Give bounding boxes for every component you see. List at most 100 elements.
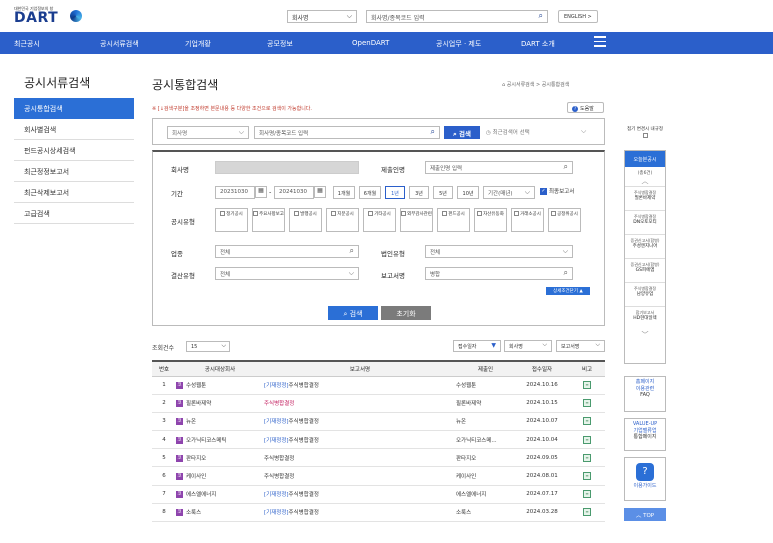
top-search-type-select[interactable]: 회사명 ⌵: [287, 10, 357, 23]
nav-item-system[interactable]: 공시업무 · 제도: [436, 39, 481, 49]
type-checkbox-fund[interactable]: 펀드공시: [437, 208, 470, 232]
sidebar-item-deletions[interactable]: 최근삭제보고서: [14, 182, 134, 203]
search-input[interactable]: 회사명/종목코드 입력 ⌕: [254, 126, 440, 139]
row-company[interactable]: 오가닉티코스메틱: [186, 438, 226, 444]
industry-input[interactable]: 전체 ⌕: [215, 245, 359, 258]
recent-item[interactable]: 주식병합결정 필론바제약: [625, 186, 665, 210]
period-1y-button[interactable]: 1년: [385, 186, 405, 199]
row-company[interactable]: 소룩스: [186, 510, 201, 516]
table-row[interactable]: 5 코 판타지오 주식병합결정 판타지오 2024.09.05 ≡: [152, 448, 605, 468]
recent-item[interactable]: 주식병합결정 DN오토모티: [625, 210, 665, 234]
english-button[interactable]: ENGLISH >: [558, 10, 598, 23]
type-checkbox-equity[interactable]: 지분공시: [326, 208, 359, 232]
count-select[interactable]: 15 ⌵: [186, 341, 230, 352]
period-10y-button[interactable]: 10년: [457, 186, 479, 199]
table-row[interactable]: 8 코 소룩스 [기재정정]주식병합결정 소룩스 2024.03.28 ≡: [152, 503, 605, 523]
note-icon[interactable]: ≡: [583, 381, 591, 390]
user-guide-card[interactable]: ? 이용가이드: [624, 457, 666, 501]
sidebar-item-advanced[interactable]: 고급검색: [14, 203, 134, 224]
home-icon[interactable]: ⌂: [502, 82, 505, 88]
period-3y-button[interactable]: 3년: [409, 186, 429, 199]
table-row[interactable]: 1 코 수성웹툰 [기재정정]주식병합결정 수성웹툰 2024.10.16 ≡: [152, 376, 605, 395]
nav-item-opendart[interactable]: OpenDART: [352, 39, 389, 47]
row-report[interactable]: 주식병합결정: [289, 492, 319, 498]
search-icon[interactable]: ⌕: [539, 11, 543, 21]
note-icon[interactable]: ≡: [583, 435, 591, 444]
nav-item-doc-search[interactable]: 공시서류검색: [100, 39, 139, 49]
corp-type-select[interactable]: 전체 ⌵: [425, 245, 573, 258]
final-report-checkbox[interactable]: ✓ 최종보고서: [540, 187, 574, 195]
search-button[interactable]: ⌕ 검색: [444, 126, 480, 139]
row-report[interactable]: 주식병합결정: [289, 510, 319, 516]
company-field[interactable]: [215, 161, 359, 174]
settle-select[interactable]: 전체 ⌵: [215, 267, 359, 280]
type-checkbox-ftc[interactable]: 공정위공시: [548, 208, 581, 232]
period-5y-button[interactable]: 5년: [433, 186, 453, 199]
calendar-icon[interactable]: ▦: [255, 186, 267, 198]
form-search-button[interactable]: ⌕ 검색: [328, 306, 378, 320]
note-icon[interactable]: ≡: [583, 399, 591, 408]
note-icon[interactable]: ≡: [583, 490, 591, 499]
quick-menu-setting[interactable]: 접기 변경시 내규정: [624, 127, 666, 140]
row-report-prefix[interactable]: [기재정정]: [264, 492, 289, 498]
submitter-input[interactable]: 제출인명 입력 ⌕: [425, 161, 573, 174]
recent-item[interactable]: 주식병합결정 남양유업: [625, 282, 665, 306]
row-report[interactable]: 주식병합결정: [264, 456, 294, 462]
date-from-input[interactable]: 20231030: [215, 186, 255, 199]
type-checkbox-regular[interactable]: 정기공시: [215, 208, 248, 232]
row-report[interactable]: 주식병합결정: [289, 383, 319, 389]
row-company[interactable]: 수성웹툰: [186, 383, 206, 389]
period-select[interactable]: 기간(매년) ⌵: [483, 186, 535, 199]
sidebar-item-corrections[interactable]: 최근정정보고서: [14, 161, 134, 182]
sidebar-item-by-company[interactable]: 회사별검색: [14, 119, 134, 140]
row-report[interactable]: 주식병합결정: [264, 474, 294, 480]
row-company[interactable]: 케이사인: [186, 474, 206, 480]
nav-item-offering[interactable]: 공모정보: [267, 39, 293, 49]
row-company[interactable]: 뉴온: [186, 419, 196, 425]
top-search-input[interactable]: 회사명/종목코드 입력 ⌕: [366, 10, 548, 23]
sidebar-item-fund[interactable]: 펀드공시상세검색: [14, 140, 134, 161]
nav-item-about[interactable]: DART 소개: [521, 39, 555, 49]
row-report[interactable]: 주식병합결정: [289, 438, 319, 444]
table-row[interactable]: 3 코 뉴온 [기재정정]주식병합결정 뉴온 2024.10.07 ≡: [152, 412, 605, 432]
scroll-top-button[interactable]: ︿ TOP: [624, 508, 666, 521]
nav-item-company[interactable]: 기업개황: [185, 39, 211, 49]
calendar-icon[interactable]: ▦: [314, 186, 326, 198]
note-icon[interactable]: ≡: [583, 472, 591, 481]
chevron-up-icon[interactable]: ︿: [625, 176, 665, 186]
help-button[interactable]: ? 도움말: [567, 102, 604, 113]
checkbox-icon[interactable]: [642, 133, 648, 138]
sort-date-select[interactable]: 접수일자 ▼: [453, 340, 501, 352]
period-1m-button[interactable]: 1개월: [333, 186, 355, 199]
recent-item[interactable]: 합기보고서 HD현대일렉: [625, 306, 665, 330]
reset-button[interactable]: 초기화: [381, 306, 431, 320]
type-checkbox-abs[interactable]: 자산유동화: [474, 208, 507, 232]
table-row[interactable]: 7 코 에스엘에너지 [기재정정]주식병합결정 에스엘에너지 2024.07.17…: [152, 485, 605, 504]
row-report-prefix[interactable]: [기재정정]: [264, 438, 289, 444]
note-icon[interactable]: ≡: [583, 508, 591, 517]
type-checkbox-audit[interactable]: 외부감사관련: [400, 208, 433, 232]
date-to-input[interactable]: 20241030: [274, 186, 314, 199]
note-icon[interactable]: ≡: [583, 453, 591, 462]
table-row[interactable]: 2 코 필론바제약 주식병합결정 필론바제약 2024.10.15 ≡: [152, 394, 605, 413]
sidebar-item-integrated[interactable]: 공시통합검색: [14, 98, 134, 119]
dart-logo[interactable]: DART: [14, 10, 58, 26]
nav-item-recent[interactable]: 최근공시: [14, 39, 40, 49]
sort-report-select[interactable]: 보고서명 ⌵: [556, 340, 605, 352]
hamburger-menu-icon[interactable]: [594, 36, 606, 48]
recent-search-select[interactable]: ◷ 최근검색어 선택 ⌵: [486, 127, 586, 136]
search-icon[interactable]: ⌕: [431, 127, 435, 137]
row-report-prefix[interactable]: [기재정정]: [264, 383, 289, 389]
type-checkbox-major[interactable]: 주요사항보고: [252, 208, 285, 232]
search-icon[interactable]: ⌕: [564, 268, 568, 278]
type-checkbox-issue[interactable]: 발행공시: [289, 208, 322, 232]
period-6m-button[interactable]: 6개월: [359, 186, 381, 199]
row-report[interactable]: 주식병합결정: [289, 419, 319, 425]
homepage-faq-card[interactable]: 홈페이지 이용관련 FAQ: [624, 376, 666, 412]
recent-item[interactable]: 증권신고서(합병) GS피에엠: [625, 258, 665, 282]
row-company[interactable]: 에스엘에너지: [186, 492, 216, 498]
report-input[interactable]: 병합 ⌕: [425, 267, 573, 280]
chevron-down-icon[interactable]: ﹀: [625, 330, 665, 340]
row-company[interactable]: 판타지오: [186, 456, 206, 462]
row-company[interactable]: 필론바제약: [186, 401, 211, 407]
